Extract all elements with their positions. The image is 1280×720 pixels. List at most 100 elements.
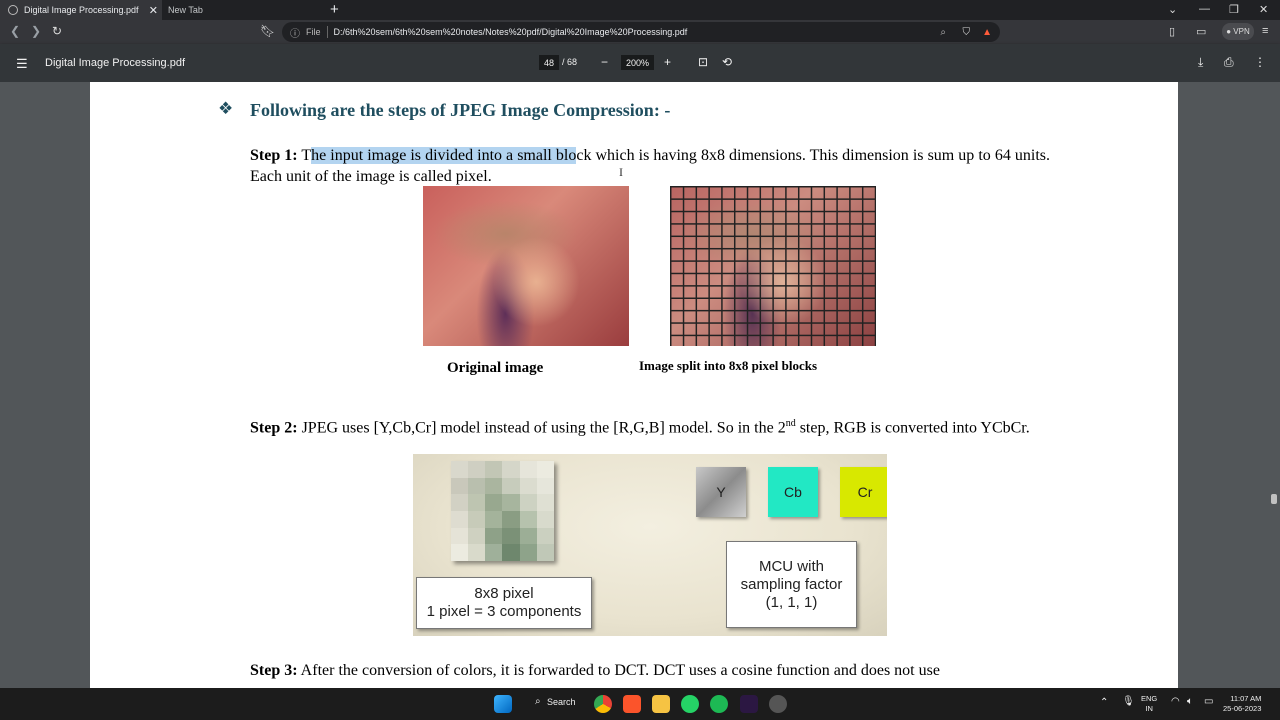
pixel-components-box: 8x8 pixel 1 pixel = 3 components: [416, 577, 592, 629]
minimize-button[interactable]: —: [1199, 3, 1210, 15]
caption-original: Original image: [447, 360, 544, 376]
component-label: Cr: [857, 484, 873, 500]
original-image: [423, 186, 629, 346]
lang-line: IN: [1145, 704, 1153, 713]
step2-paragraph: Step 2: JPEG uses [Y,Cb,Cr] model instea…: [250, 413, 1050, 438]
app-icon[interactable]: [740, 695, 758, 713]
page-total: / 68: [562, 57, 578, 67]
chevron-up-icon[interactable]: ⌃: [1100, 697, 1108, 708]
taskbar: ⌕ Search ⌃ 🎙︎ ENG IN ◠ 🔈︎ ▭ 11:07 AM 25-…: [0, 688, 1280, 720]
step-label: Step 1:: [250, 147, 298, 164]
zoom-icon[interactable]: ⌕: [940, 27, 946, 38]
y-component: Y: [696, 467, 746, 517]
box-line: 8x8 pixel: [474, 585, 534, 602]
pdf-toolbar: ☰ Digital Image Processing.pdf 48 / 68 −…: [0, 44, 1280, 82]
wallet-icon[interactable]: ▭: [1196, 25, 1206, 38]
hamburger-icon[interactable]: ☰: [16, 56, 28, 72]
scheme-label: File: [306, 27, 321, 37]
tab-label: Digital Image Processing.pdf: [24, 5, 139, 15]
component-label: Cb: [784, 484, 802, 500]
box-line: (1, 1, 1): [765, 593, 818, 611]
file-explorer-icon[interactable]: [652, 695, 670, 713]
pixel-grid-overlay: [670, 186, 876, 346]
spotify-icon[interactable]: [710, 695, 728, 713]
cr-component: Cr: [840, 467, 887, 517]
step-label: Step 2:: [250, 419, 298, 437]
download-icon[interactable]: ⤓: [1198, 55, 1203, 70]
rewards-icon[interactable]: ▲: [982, 27, 992, 38]
back-icon[interactable]: ❮: [10, 24, 20, 38]
close-icon[interactable]: ✕: [149, 4, 158, 17]
search-icon: ⌕: [535, 696, 541, 707]
microphone-icon[interactable]: 🎙︎: [1122, 696, 1135, 707]
zoom-input[interactable]: 200%: [621, 55, 654, 70]
taskbar-search[interactable]: Search: [547, 697, 576, 707]
tab-new[interactable]: New Tab: [162, 0, 322, 20]
volume-icon[interactable]: 🔈︎: [1187, 696, 1193, 707]
brave-icon[interactable]: [623, 695, 641, 713]
text: After the conversion of colors, it is fo…: [297, 662, 940, 679]
globe-icon: [8, 5, 18, 15]
menu-icon[interactable]: ≡: [1262, 25, 1268, 37]
selected-text: he input image is divided into a small b…: [311, 147, 577, 164]
more-options-icon[interactable]: ⋮: [1254, 55, 1266, 69]
url-field[interactable]: ⓘ File D:/6th%20sem/6th%20sem%20notes/No…: [282, 22, 1000, 42]
fit-page-icon[interactable]: ⊡: [698, 55, 708, 69]
url-text: D:/6th%20sem/6th%20sem%20notes/Notes%20p…: [333, 27, 688, 37]
tab-pdf[interactable]: Digital Image Processing.pdf ✕: [0, 0, 162, 20]
close-window-button[interactable]: ✕: [1259, 3, 1268, 16]
zoom-in-icon[interactable]: +: [664, 55, 671, 69]
rotate-icon[interactable]: ⟲: [722, 55, 732, 69]
forward-icon[interactable]: ❯: [31, 24, 41, 38]
date: 25-06-2023: [1223, 704, 1262, 713]
maximize-button[interactable]: ❐: [1229, 3, 1239, 16]
battery-icon[interactable]: ▭: [1204, 696, 1213, 707]
chevron-down-icon[interactable]: ⌄: [1168, 3, 1177, 16]
text: JPEG uses [Y,Cb,Cr] model instead of usi…: [297, 419, 786, 437]
new-tab-button[interactable]: +: [330, 1, 339, 18]
ycbcr-diagram: Y Cb Cr 8x8 pixel 1 pixel = 3 components…: [413, 454, 887, 636]
section-heading: Following are the steps of JPEG Image Co…: [250, 100, 671, 120]
split-image: [670, 186, 876, 346]
print-icon[interactable]: ⎙: [1224, 55, 1234, 70]
scrollbar-thumb[interactable]: [1271, 494, 1277, 504]
shield-icon[interactable]: ⛉: [963, 27, 971, 38]
zoom-out-icon[interactable]: −: [601, 55, 608, 69]
divider: [326, 26, 328, 38]
bookmark-icon[interactable]: 🔖︎: [260, 24, 275, 38]
superscript: nd: [785, 418, 796, 429]
address-bar-row: ❮ ❯ ↻ 🔖︎ ⓘ File D:/6th%20sem/6th%20sem%2…: [0, 20, 1280, 44]
bullet-icon: ❖: [218, 99, 234, 118]
step1-paragraph: Step 1: The input image is divided into …: [250, 145, 1050, 187]
chrome-icon[interactable]: [594, 695, 612, 713]
box-line: 1 pixel = 3 components: [426, 603, 582, 620]
document-title: Digital Image Processing.pdf: [45, 57, 186, 69]
text: T: [297, 147, 312, 164]
info-icon: ⓘ: [290, 28, 300, 40]
reload-icon[interactable]: ↻: [52, 24, 62, 38]
caption-split: Image split into 8x8 pixel blocks: [639, 358, 818, 373]
pdf-viewport[interactable]: ❖ Following are the steps of JPEG Image …: [0, 82, 1280, 688]
windows-start-icon[interactable]: [494, 695, 512, 713]
box-line: sampling factor: [740, 575, 843, 593]
lang-line: ENG: [1141, 694, 1158, 703]
clock[interactable]: 11:07 AM 25-06-2023: [1223, 694, 1261, 714]
wifi-icon[interactable]: ◠: [1171, 696, 1180, 707]
language-indicator[interactable]: ENG IN: [1141, 694, 1157, 714]
tab-strip: Digital Image Processing.pdf ✕ New Tab +…: [0, 0, 1280, 20]
sidebar-icon[interactable]: ▯: [1169, 25, 1175, 38]
pixel-block-illustration: [451, 461, 554, 561]
mcu-box: MCU with sampling factor (1, 1, 1): [726, 541, 857, 628]
vpn-button[interactable]: ● VPN: [1222, 23, 1254, 40]
cb-component: Cb: [768, 467, 818, 517]
app-icon[interactable]: [769, 695, 787, 713]
time: 11:07 AM: [1230, 694, 1262, 703]
text-cursor-icon: I: [619, 165, 623, 179]
text: step, RGB is converted into YCbCr.: [795, 419, 1030, 437]
whatsapp-icon[interactable]: [681, 695, 699, 713]
step-label: Step 3:: [250, 662, 298, 679]
component-label: Y: [716, 484, 726, 500]
page-number-input[interactable]: 48: [539, 55, 559, 70]
box-line: MCU with: [758, 557, 824, 575]
pdf-page: ❖ Following are the steps of JPEG Image …: [90, 82, 1178, 688]
